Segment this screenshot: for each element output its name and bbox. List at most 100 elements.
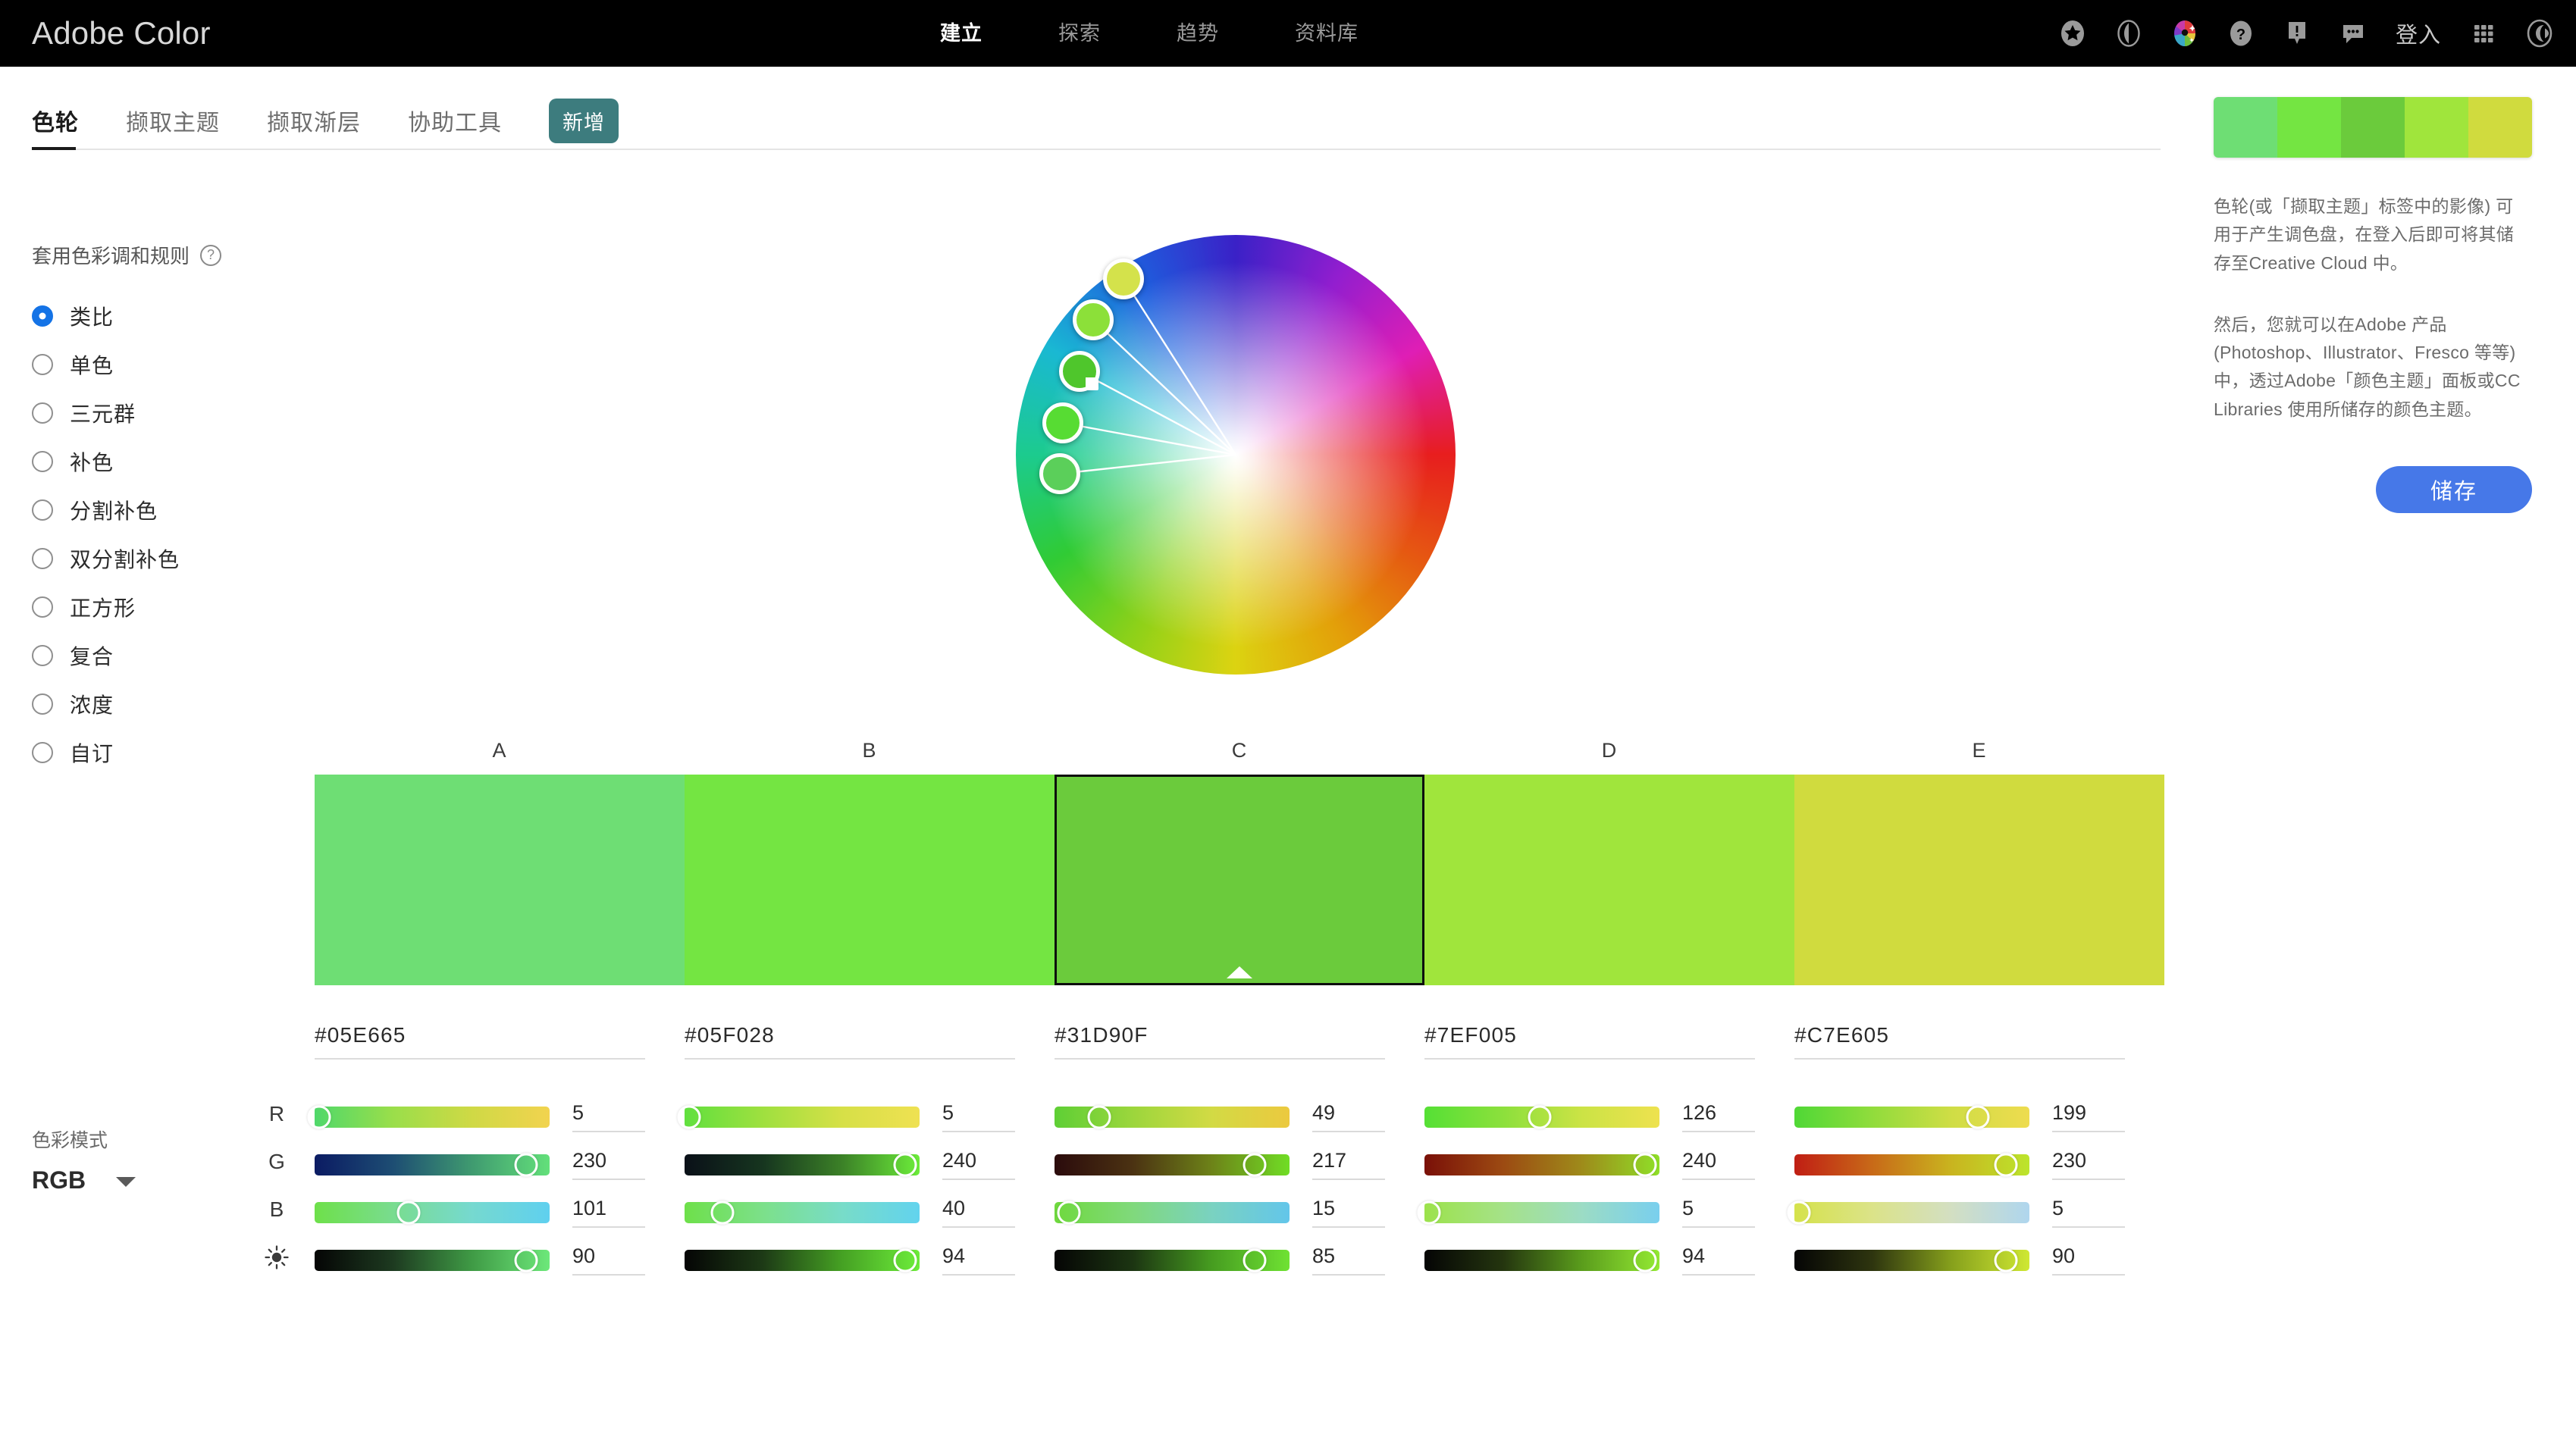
slider-value-r-d[interactable]: 126	[1682, 1101, 1755, 1132]
slider-knob-b-d[interactable]	[1418, 1201, 1441, 1224]
swatch-c-selected[interactable]	[1055, 775, 1424, 985]
hex-input-e[interactable]: #C7E605	[1794, 1023, 2125, 1060]
radio-double-split-complementary[interactable]	[32, 548, 53, 569]
slider-value-r-a[interactable]: 5	[572, 1101, 645, 1132]
hex-input-c[interactable]: #31D90F	[1055, 1023, 1385, 1060]
wheel-handle-b[interactable]	[1073, 299, 1114, 340]
slider-value-g-e[interactable]: 230	[2052, 1149, 2125, 1180]
swatch-a[interactable]	[315, 775, 685, 985]
radio-square[interactable]	[32, 596, 53, 618]
hex-input-b[interactable]: #05F028	[685, 1023, 1015, 1060]
wheel-handle-c-base[interactable]	[1059, 351, 1100, 392]
rule-option-custom[interactable]: 自订	[32, 728, 282, 777]
slider-track-r-c[interactable]	[1055, 1107, 1290, 1128]
slider-track-brightness-c[interactable]	[1055, 1250, 1290, 1271]
slider-value-brightness-b[interactable]: 94	[942, 1244, 1015, 1276]
slider-track-brightness-a[interactable]	[315, 1250, 550, 1271]
harmony-help-icon[interactable]: ?	[200, 245, 221, 266]
help-icon[interactable]: ?	[2224, 17, 2258, 50]
chevron-down-icon[interactable]	[116, 1177, 136, 1187]
slider-knob-g-e[interactable]	[1995, 1153, 2018, 1176]
slider-knob-b-e[interactable]	[1788, 1201, 1811, 1224]
slider-value-b-d[interactable]: 5	[1682, 1197, 1755, 1228]
rule-option-double-split-complementary[interactable]: 双分割补色	[32, 534, 282, 583]
slider-value-g-d[interactable]: 240	[1682, 1149, 1755, 1180]
wheel-handle-d[interactable]	[1042, 402, 1083, 443]
slider-value-brightness-d[interactable]: 94	[1682, 1244, 1755, 1276]
slider-value-b-c[interactable]: 15	[1312, 1197, 1385, 1228]
nav-item-explore[interactable]: 探索	[1058, 0, 1101, 67]
slider-knob-brightness-c[interactable]	[1243, 1248, 1266, 1272]
slider-value-brightness-e[interactable]: 90	[2052, 1244, 2125, 1276]
slider-value-r-c[interactable]: 49	[1312, 1101, 1385, 1132]
slider-track-b-e[interactable]	[1794, 1202, 2029, 1223]
star-icon[interactable]	[2056, 17, 2089, 50]
slider-track-r-a[interactable]	[315, 1107, 550, 1128]
slider-knob-r-d[interactable]	[1528, 1105, 1551, 1129]
wheel-handle-a[interactable]	[1103, 258, 1144, 299]
slider-track-brightness-d[interactable]	[1424, 1250, 1659, 1271]
slider-value-b-a[interactable]: 101	[572, 1197, 645, 1228]
hex-input-d[interactable]: #7EF005	[1424, 1023, 1755, 1060]
slider-track-g-d[interactable]	[1424, 1154, 1659, 1175]
nav-item-library[interactable]: 资料库	[1295, 0, 1359, 67]
save-button[interactable]: 储存	[2376, 466, 2532, 513]
slider-value-r-b[interactable]: 5	[942, 1101, 1015, 1132]
slider-knob-b-b[interactable]	[710, 1201, 734, 1224]
radio-triad[interactable]	[32, 402, 53, 424]
slider-value-brightness-a[interactable]: 90	[572, 1244, 645, 1276]
tab-accessibility-tools[interactable]: 协助工具	[408, 104, 502, 137]
slider-knob-b-c[interactable]	[1057, 1201, 1080, 1224]
slider-track-b-a[interactable]	[315, 1202, 550, 1223]
slider-knob-brightness-d[interactable]	[1634, 1248, 1657, 1272]
radio-analogous[interactable]	[32, 305, 53, 327]
slider-knob-g-d[interactable]	[1634, 1153, 1657, 1176]
slider-value-r-e[interactable]: 199	[2052, 1101, 2125, 1132]
slider-track-brightness-b[interactable]	[685, 1250, 920, 1271]
color-mode-select[interactable]: RGB	[32, 1166, 282, 1194]
slider-track-b-c[interactable]	[1055, 1202, 1290, 1223]
creative-cloud-icon[interactable]	[2523, 17, 2556, 50]
slider-knob-brightness-a[interactable]	[515, 1248, 538, 1272]
slider-knob-brightness-e[interactable]	[1995, 1248, 2018, 1272]
slider-knob-g-a[interactable]	[515, 1153, 538, 1176]
slider-value-brightness-c[interactable]: 85	[1312, 1244, 1385, 1276]
swatch-b[interactable]	[685, 775, 1055, 985]
nav-item-trends[interactable]: 趋势	[1177, 0, 1219, 67]
rule-option-shades[interactable]: 浓度	[32, 680, 282, 728]
radio-compound[interactable]	[32, 645, 53, 666]
swatch-d[interactable]	[1424, 775, 1794, 985]
slider-track-r-e[interactable]	[1794, 1107, 2029, 1128]
radio-split-complementary[interactable]	[32, 499, 53, 521]
rule-option-triad[interactable]: 三元群	[32, 389, 282, 437]
slider-knob-r-c[interactable]	[1087, 1105, 1111, 1129]
tab-color-wheel[interactable]: 色轮	[32, 104, 79, 137]
slider-track-g-e[interactable]	[1794, 1154, 2029, 1175]
slider-knob-r-e[interactable]	[1966, 1105, 1989, 1129]
sign-in-button[interactable]: 登入	[2393, 17, 2444, 49]
rule-option-square[interactable]: 正方形	[32, 583, 282, 631]
radio-monochromatic[interactable]	[32, 354, 53, 375]
nav-item-create[interactable]: 建立	[940, 0, 982, 67]
radio-complementary[interactable]	[32, 451, 53, 472]
notification-icon[interactable]	[2280, 17, 2314, 50]
slider-value-b-e[interactable]: 5	[2052, 1197, 2125, 1228]
rule-option-compound[interactable]: 复合	[32, 631, 282, 680]
wheel-handle-e[interactable]	[1039, 453, 1080, 494]
rule-option-analogous[interactable]: 类比	[32, 292, 282, 340]
radio-shades[interactable]	[32, 693, 53, 715]
slider-track-b-d[interactable]	[1424, 1202, 1659, 1223]
slider-knob-b-a[interactable]	[397, 1201, 421, 1224]
rule-option-split-complementary[interactable]: 分割补色	[32, 486, 282, 534]
slider-track-r-d[interactable]	[1424, 1107, 1659, 1128]
hex-input-a[interactable]: #05E665	[315, 1023, 645, 1060]
contrast-icon[interactable]	[2112, 17, 2145, 50]
slider-track-r-b[interactable]	[685, 1107, 920, 1128]
swatch-e[interactable]	[1794, 775, 2164, 985]
feedback-icon[interactable]	[2336, 17, 2370, 50]
slider-value-g-b[interactable]: 240	[942, 1149, 1015, 1180]
slider-track-g-c[interactable]	[1055, 1154, 1290, 1175]
tab-extract-theme[interactable]: 撷取主题	[126, 104, 220, 137]
slider-value-g-c[interactable]: 217	[1312, 1149, 1385, 1180]
color-wheel-icon[interactable]	[2168, 17, 2202, 50]
